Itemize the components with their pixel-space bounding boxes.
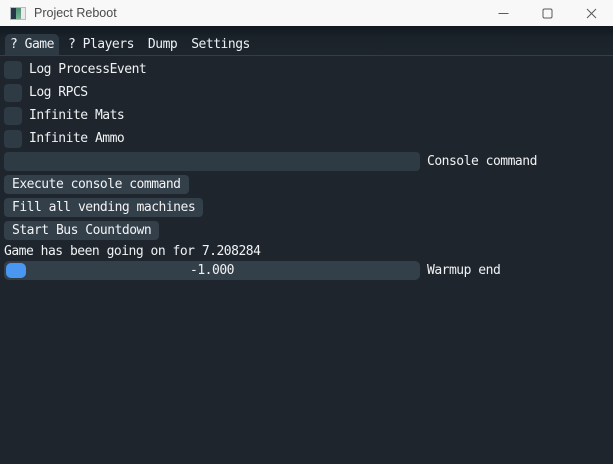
checkbox-label: Log RPCS [29, 83, 88, 102]
console-command-row: Console command [4, 152, 609, 171]
warmup-end-slider[interactable]: -1.000 [4, 261, 420, 280]
slider-value: -1.000 [4, 261, 420, 280]
minimize-icon [498, 8, 509, 19]
checkbox-log-processevent[interactable] [4, 61, 22, 79]
checkbox-row-log-rpcs[interactable]: Log RPCS [4, 83, 609, 102]
checkbox-infinite-ammo[interactable] [4, 130, 22, 148]
game-time-row: Game has been going on for 7.208284 [4, 244, 609, 259]
warmup-slider-row: -1.000 Warmup end [4, 261, 609, 280]
menu-item-players[interactable]: ? Players [63, 34, 139, 55]
menu-bar: ? Game ? Players Dump Settings [0, 26, 613, 56]
checkbox-label: Log ProcessEvent [29, 60, 146, 79]
start-bus-countdown-button[interactable]: Start Bus Countdown [4, 221, 159, 240]
game-time-text: Game has been going on for 7.208284 [4, 244, 260, 259]
menu-item-dump[interactable]: Dump [143, 34, 182, 55]
start-bus-row: Start Bus Countdown [4, 221, 609, 240]
checkbox-row-infinite-mats[interactable]: Infinite Mats [4, 106, 609, 125]
app-icon [10, 7, 26, 20]
execute-command-row: Execute console command [4, 175, 609, 194]
window-title: Project Reboot [34, 6, 117, 20]
checkbox-log-rpcs[interactable] [4, 84, 22, 102]
execute-console-command-button[interactable]: Execute console command [4, 175, 189, 194]
game-panel: Log ProcessEvent Log RPCS Infinite Mats … [0, 57, 613, 464]
checkbox-row-infinite-ammo[interactable]: Infinite Ammo [4, 129, 609, 148]
minimize-button[interactable] [481, 0, 525, 26]
menu-item-settings[interactable]: Settings [186, 34, 255, 55]
fill-vending-machines-button[interactable]: Fill all vending machines [4, 198, 203, 217]
warmup-end-label: Warmup end [427, 263, 500, 278]
checkbox-label: Infinite Ammo [29, 129, 124, 148]
checkbox-label: Infinite Mats [29, 106, 124, 125]
maximize-icon [542, 8, 553, 19]
menu-item-game[interactable]: ? Game [5, 34, 59, 55]
console-command-input[interactable] [4, 152, 420, 171]
project-reboot-window: Project Reboot ? Game ? Players [0, 0, 613, 464]
close-button[interactable] [569, 0, 613, 26]
window-controls [481, 0, 613, 26]
checkbox-infinite-mats[interactable] [4, 107, 22, 125]
maximize-button[interactable] [525, 0, 569, 26]
fill-vending-row: Fill all vending machines [4, 198, 609, 217]
close-icon [586, 8, 597, 19]
console-command-label: Console command [427, 154, 537, 169]
titlebar: Project Reboot [0, 0, 613, 26]
checkbox-row-log-processevent[interactable]: Log ProcessEvent [4, 60, 609, 79]
